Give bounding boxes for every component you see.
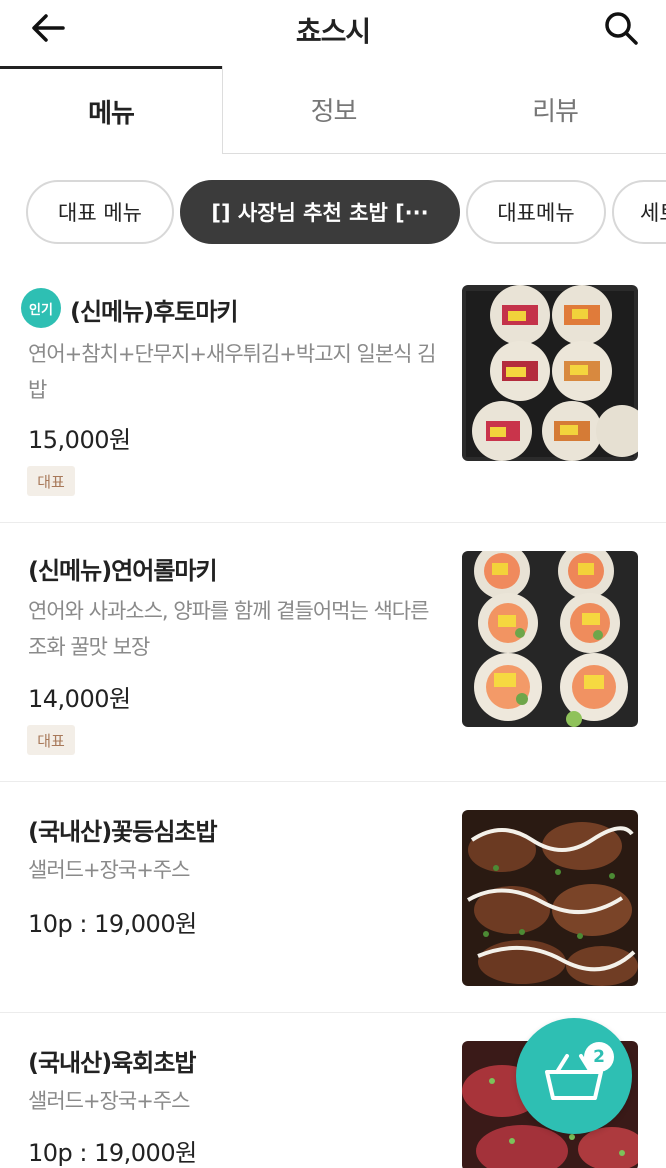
menu-item-price: 15,000원 — [28, 426, 131, 454]
popular-badge: 인기 — [21, 288, 61, 328]
category-chip-set[interactable]: 세트 — [612, 180, 666, 244]
menu-item-price: 10p : 19,000원 — [28, 910, 197, 938]
search-icon — [605, 12, 638, 45]
menu-item-name: (신메뉴)후토마키 — [70, 298, 238, 326]
menu-item-description: 연어+참치+단무지+새우튀김+박고지 일본식 김밥 — [28, 342, 437, 402]
page-title: 쵸스시 — [295, 15, 371, 48]
menu-item[interactable]: (신메뉴)연어롤마키 연어와 사과소스, 양파를 함께 곁들어먹는 색다른 조화… — [0, 523, 666, 781]
menu-item-description: 연어와 사과소스, 양파를 함께 곁들어먹는 색다른 조화 꿀맛 보장 — [28, 599, 429, 659]
tab-menu[interactable]: 메뉴 — [0, 66, 222, 154]
menu-item-description: 샐러드+장국+주스 — [28, 1089, 190, 1113]
search-button[interactable] — [598, 6, 644, 50]
category-chip-main-menu-2[interactable]: 대표메뉴 — [466, 180, 606, 244]
menu-item-description: 샐러드+장국+주스 — [28, 858, 190, 882]
top-bar: 쵸스시 — [0, 0, 666, 66]
salmon-roll-photo — [462, 551, 638, 727]
tab-review[interactable]: 리뷰 — [444, 66, 666, 154]
menu-item[interactable]: 인기 (신메뉴)후토마키 연어+참치+단무지+새우튀김+박고지 일본식 김밥 1… — [0, 268, 666, 522]
menu-item-price: 14,000원 — [28, 685, 131, 713]
category-chips: 대표 메뉴 [] 사장님 추천 초밥 [··· 대표메뉴 세트 — [0, 180, 666, 246]
tab-bar: 메뉴 정보 리뷰 — [0, 66, 666, 154]
menu-item-name: (신메뉴)연어롤마키 — [28, 557, 218, 585]
menu-item-name: (국내산)꽃등심초밥 — [28, 818, 218, 846]
cart-button[interactable] — [516, 1018, 632, 1134]
menu-item-tag: 대표 — [27, 725, 75, 755]
beef-sirloin-sushi-photo — [462, 810, 638, 986]
menu-item-name: (국내산)육회초밥 — [28, 1049, 196, 1077]
category-chip-recommended-sushi[interactable]: [] 사장님 추천 초밥 [··· — [180, 180, 460, 244]
category-chip-main-menu[interactable]: 대표 메뉴 — [26, 180, 174, 244]
menu-item-price: 10p : 19,000원 — [28, 1139, 197, 1167]
menu-item[interactable]: (국내산)꽃등심초밥 샐러드+장국+주스 10p : 19,000원 — [0, 782, 666, 1012]
cart-count-badge: 2 — [584, 1042, 614, 1072]
futomaki-photo — [462, 285, 638, 461]
tab-info[interactable]: 정보 — [222, 66, 444, 154]
menu-item-tag: 대표 — [27, 466, 75, 496]
